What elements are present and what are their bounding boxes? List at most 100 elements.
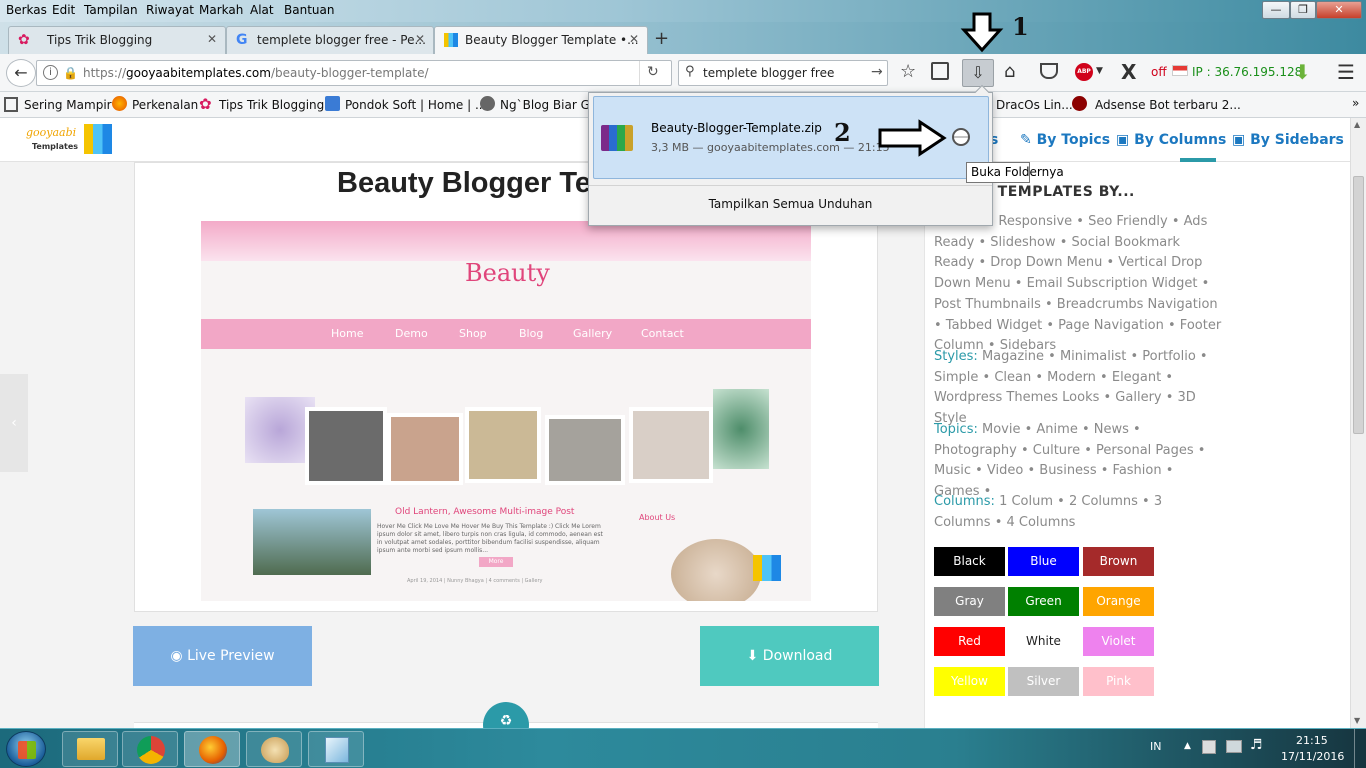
nav-by-topics[interactable]: ✎ By Topics — [1020, 132, 1110, 148]
color-filter-pink[interactable]: Pink — [1083, 667, 1154, 696]
close-icon[interactable]: ✕ — [207, 32, 217, 46]
color-filter-gray[interactable]: Gray — [934, 587, 1005, 616]
color-filter-brown[interactable]: Brown — [1083, 547, 1154, 576]
bookmark-pondok-soft[interactable]: Pondok Soft | Home | ... — [345, 98, 486, 112]
pocket-icon[interactable] — [1040, 63, 1058, 79]
bookmark-star-icon[interactable]: ☆ — [900, 61, 916, 82]
scrollbar-thumb[interactable] — [1353, 176, 1364, 434]
open-folder-icon[interactable] — [952, 128, 970, 146]
bookmark-tips-trik[interactable]: Tips Trik Blogging — [219, 98, 324, 112]
adblock-label: ABP — [1077, 68, 1091, 75]
color-filter-orange[interactable]: Orange — [1083, 587, 1154, 616]
url-text[interactable]: https://gooyaabitemplates.com/beauty-blo… — [83, 66, 429, 80]
color-filter-white[interactable]: White — [1008, 627, 1079, 656]
nav-by-columns[interactable]: ▣ By Columns — [1116, 132, 1226, 148]
taskbar-firefox[interactable] — [184, 731, 240, 767]
chevron-right-icon[interactable]: » — [1352, 96, 1359, 110]
green-download-icon[interactable]: ⬇ — [1294, 60, 1311, 84]
tab-tips-trik[interactable]: ✿ Tips Trik Blogging ✕ — [8, 26, 226, 54]
color-filter-red[interactable]: Red — [934, 627, 1005, 656]
bookmarks-list-icon[interactable] — [931, 62, 949, 80]
close-icon[interactable]: ✕ — [415, 32, 425, 46]
bookmark-adsense-bot[interactable]: Adsense Bot terbaru 2... — [1095, 98, 1241, 112]
adblock-icon[interactable]: ABP — [1075, 63, 1093, 81]
prev-slide-button[interactable]: ‹ — [0, 374, 28, 472]
tab-beauty-template[interactable]: Beauty Blogger Template •... ✕ — [434, 26, 648, 54]
topics-list: Topics: Movie • Anime • News • Photograp… — [934, 420, 1222, 503]
annotation-number-2: 2 — [834, 118, 851, 147]
menu-tampilan[interactable]: Tampilan — [84, 3, 138, 17]
input-language[interactable]: IN — [1150, 740, 1161, 753]
color-filter-blue[interactable]: Blue — [1008, 547, 1079, 576]
menu-edit[interactable]: Edit — [52, 3, 75, 17]
menu-berkas[interactable]: Berkas — [6, 3, 47, 17]
volume-icon[interactable]: ♬ — [1250, 737, 1263, 753]
network-icon[interactable] — [1226, 740, 1242, 753]
search-go-icon[interactable]: → — [871, 64, 883, 80]
scroll-up-icon[interactable]: ▲ — [1354, 120, 1360, 129]
info-icon[interactable]: i — [43, 65, 58, 80]
taskbar-explorer[interactable] — [62, 731, 118, 767]
columns-list: Columns: 1 Colum • 2 Columns • 3 Columns… — [934, 492, 1222, 533]
action-center-icon[interactable] — [1202, 740, 1216, 754]
preview-post-excerpt: Hover Me Click Me Love Me Hover Me Buy T… — [377, 523, 603, 554]
template-preview-image[interactable]: Beauty Home Demo Shop Blog Gallery Conta… — [201, 221, 811, 601]
arrow-down-shape — [960, 12, 1004, 53]
maximize-button[interactable]: ❐ — [1290, 1, 1316, 19]
back-button[interactable]: ← — [6, 59, 36, 87]
preview-post-meta: April 19, 2014 | Nunny Bhagya | 4 commen… — [407, 578, 543, 584]
download-button[interactable]: ⬇ Download — [700, 626, 879, 686]
menu-bantuan[interactable]: Bantuan — [284, 3, 334, 17]
menu-bar: Berkas Edit Tampilan Riwayat Markah Alat… — [0, 0, 1366, 22]
downloads-button[interactable]: ⇩ — [962, 59, 994, 87]
page-scrollbar[interactable]: ▲ ▼ — [1350, 118, 1366, 728]
taskbar-notepad[interactable] — [308, 731, 364, 767]
bookmark-sering-mampir[interactable]: Sering Mampir — [24, 98, 112, 112]
reload-icon[interactable]: ↻ — [647, 64, 659, 80]
minimize-button[interactable]: — — [1262, 1, 1290, 19]
pondok-soft-icon — [325, 96, 340, 111]
preview-leaves-right — [713, 389, 769, 469]
tab-title: templete blogger free - Pe... — [257, 33, 426, 47]
ip-address-text: IP : 36.76.195.128 — [1192, 65, 1303, 79]
hamburger-menu-icon[interactable]: ☰ — [1337, 60, 1355, 84]
close-icon[interactable]: ✕ — [629, 32, 639, 46]
taskbar-chrome[interactable] — [122, 731, 178, 767]
features-text[interactable]: Responsive • Seo Friendly • Ads Ready • … — [934, 214, 1221, 353]
show-all-downloads-link[interactable]: Tampilkan Semua Unduhan — [589, 197, 992, 211]
url-bar[interactable]: i 🔒 https://gooyaabitemplates.com/beauty… — [36, 60, 672, 86]
scroll-down-icon[interactable]: ▼ — [1354, 716, 1360, 725]
x-addon-icon[interactable]: X — [1121, 60, 1136, 84]
color-filter-yellow[interactable]: Yellow — [934, 667, 1005, 696]
nav-by-sidebars[interactable]: ▣ By Sidebars — [1232, 132, 1344, 148]
menu-alat[interactable]: Alat — [250, 3, 274, 17]
color-filter-black[interactable]: Black — [934, 547, 1005, 576]
addon-status-off[interactable]: off — [1151, 65, 1167, 79]
tab-google-search[interactable]: G templete blogger free - Pe... ✕ — [226, 26, 434, 54]
menu-markah[interactable]: Markah — [199, 3, 243, 17]
preview-photo — [545, 415, 625, 485]
menu-riwayat[interactable]: Riwayat — [146, 3, 194, 17]
home-icon[interactable]: ⌂ — [1004, 61, 1015, 82]
clock-time[interactable]: 21:15 — [1296, 734, 1328, 747]
logo-mark — [84, 124, 112, 154]
live-preview-button[interactable]: ◉ Live Preview — [133, 626, 312, 686]
tray-expand-icon[interactable]: ▲ — [1184, 741, 1191, 751]
clock-date[interactable]: 17/11/2016 — [1281, 750, 1344, 763]
start-button[interactable] — [6, 731, 46, 767]
pencil-icon: ✎ — [1020, 132, 1032, 148]
color-filter-violet[interactable]: Violet — [1083, 627, 1154, 656]
search-input[interactable]: templete blogger free — [703, 66, 834, 80]
color-filter-green[interactable]: Green — [1008, 587, 1079, 616]
close-window-button[interactable]: ✕ — [1316, 1, 1362, 19]
bookmark-perkenalan[interactable]: Perkenalan — [132, 98, 198, 112]
taskbar-paint[interactable] — [246, 731, 302, 767]
site-logo[interactable]: gooyaabi Templates — [26, 124, 116, 158]
bookmark-dracos[interactable]: DracOs Lin... — [996, 98, 1073, 112]
new-tab-button[interactable]: + — [654, 28, 669, 49]
show-desktop-button[interactable] — [1354, 729, 1366, 768]
color-filter-silver[interactable]: Silver — [1008, 667, 1079, 696]
chevron-down-icon[interactable]: ▼ — [1096, 66, 1103, 76]
adsense-bot-icon — [1072, 96, 1087, 111]
search-bar[interactable]: ⚲ templete blogger free → — [678, 60, 888, 86]
